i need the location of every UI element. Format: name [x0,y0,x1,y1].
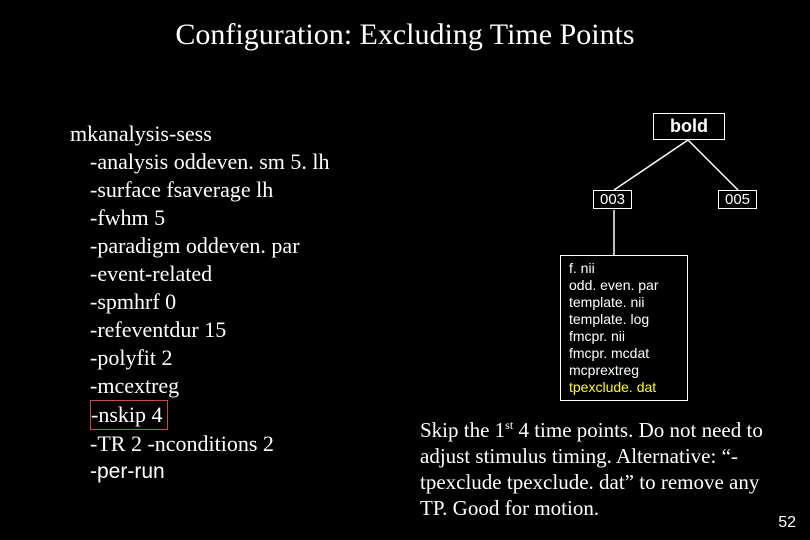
file-item: mcprextreg [569,362,659,379]
body-pre: Skip the 1 [420,418,505,442]
explanation-text: Skip the 1st 4 time points. Do not need … [420,412,790,521]
file-item: template. log [569,311,659,328]
folder-003: 003 [593,190,632,209]
file-item: f. nii [569,260,659,277]
folder-005: 005 [718,190,757,209]
body-sup: st [505,418,513,432]
file-item: fmcpr. nii [569,328,659,345]
file-item-tpexclude: tpexclude. dat [569,379,659,396]
file-list-box: f. nii odd. even. par template. nii temp… [560,255,688,401]
slide: Configuration: Excluding Time Points mka… [0,0,810,540]
file-item: odd. even. par [569,277,659,294]
folder-bold: bold [653,113,725,140]
file-item: fmcpr. mcdat [569,345,659,362]
slide-number: 52 [778,514,796,532]
file-item: template. nii [569,294,659,311]
